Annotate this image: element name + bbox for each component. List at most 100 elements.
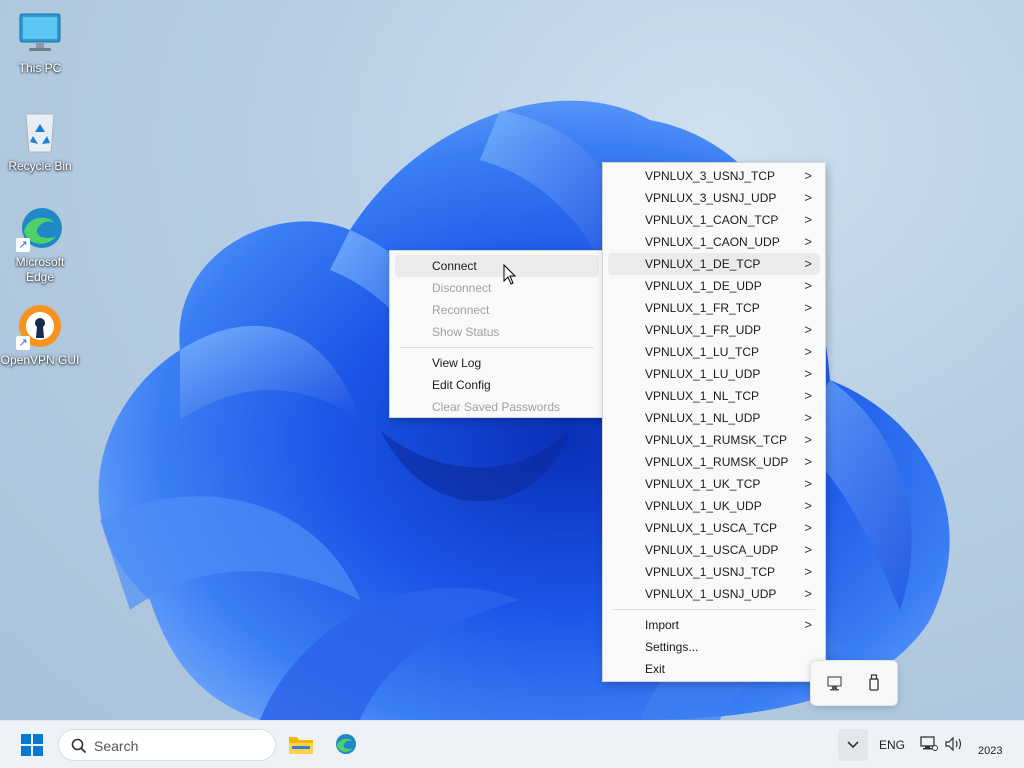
search-icon: [71, 738, 87, 754]
network-monitor-icon[interactable]: [826, 675, 844, 693]
submenu-arrow-icon: >: [804, 388, 812, 403]
submenu-arrow-icon: >: [804, 586, 812, 601]
vpn-profile-label: VPNLUX_1_DE_TCP: [645, 257, 761, 271]
edge-taskbar-icon[interactable]: [333, 732, 357, 756]
submenu-arrow-icon: >: [804, 212, 812, 227]
menu-item-show-status: Show Status: [395, 321, 599, 343]
edge-icon: ↗: [16, 204, 64, 252]
menu-item-reconnect: Reconnect: [395, 299, 599, 321]
menu-item-vpn-profile[interactable]: VPNLUX_1_USCA_UDP >: [608, 539, 820, 561]
vpn-profile-menu: VPNLUX_3_USNJ_TCP > VPNLUX_3_USNJ_UDP > VPNL…: [602, 162, 826, 682]
menu-item-vpn-profile[interactable]: VPNLUX_1_NL_TCP >: [608, 385, 820, 407]
menu-item-vpn-profile[interactable]: VPNLUX_1_LU_TCP >: [608, 341, 820, 363]
menu-item-connect[interactable]: Connect: [395, 255, 599, 277]
vpn-profile-label: VPNLUX_1_RUMSK_UDP: [645, 455, 789, 469]
menu-item-vpn-profile[interactable]: VPNLUX_1_DE_UDP >: [608, 275, 820, 297]
submenu-arrow-icon: >: [804, 300, 812, 315]
desktop-icon-label: Microsoft: [15, 255, 65, 269]
menu-item-vpn-profile[interactable]: VPNLUX_1_USNJ_TCP >: [608, 561, 820, 583]
menu-item-vpn-profile[interactable]: VPNLUX_1_FR_UDP >: [608, 319, 820, 341]
volume-icon[interactable]: [944, 736, 964, 752]
shortcut-arrow-icon: ↗: [16, 238, 30, 252]
network-icon[interactable]: [920, 736, 938, 752]
menu-item-label: Edit Config: [432, 378, 491, 392]
menu-item-label: Settings...: [645, 640, 699, 654]
submenu-arrow-icon: >: [804, 410, 812, 425]
menu-item-vpn-profile[interactable]: VPNLUX_1_LU_UDP >: [608, 363, 820, 385]
menu-item-vpn-profile[interactable]: VPNLUX_1_USNJ_UDP >: [608, 583, 820, 605]
menu-item-label: Show Status: [432, 325, 500, 339]
submenu-arrow-icon: >: [804, 520, 812, 535]
desktop-icon-openvpn-gui[interactable]: ↗ OpenVPN GUI: [0, 302, 80, 368]
submenu-arrow-icon: >: [804, 190, 812, 205]
menu-item-vpn-profile[interactable]: VPNLUX_1_CAON_TCP >: [608, 209, 820, 231]
menu-item-import[interactable]: Import >: [608, 614, 820, 636]
menu-item-vpn-profile[interactable]: VPNLUX_3_USNJ_UDP >: [608, 187, 820, 209]
menu-item-vpn-profile[interactable]: VPNLUX_1_UK_UDP >: [608, 495, 820, 517]
menu-item-vpn-profile[interactable]: VPNLUX_1_FR_TCP >: [608, 297, 820, 319]
submenu-arrow-icon: >: [804, 617, 812, 632]
vpn-profile-label: VPNLUX_1_CAON_UDP: [645, 235, 780, 249]
menu-item-label: Connect: [432, 259, 477, 273]
vpn-profile-label: VPNLUX_3_USNJ_UDP: [645, 191, 777, 205]
vpn-profile-label: VPNLUX_1_RUMSK_TCP: [645, 433, 788, 447]
tray-overflow-button[interactable]: [838, 729, 868, 761]
openvpn-icon: ↗: [16, 302, 64, 350]
vpn-profile-label: VPNLUX_1_LU_TCP: [645, 345, 760, 359]
menu-item-edit-config[interactable]: Edit Config: [395, 374, 599, 396]
windows-start-icon[interactable]: [21, 734, 43, 756]
recycle-bin-icon: [16, 108, 64, 156]
menu-separator: [613, 609, 815, 610]
menu-item-label: Disconnect: [432, 281, 492, 295]
clock-date[interactable]: 2023: [978, 745, 1002, 757]
menu-item-exit[interactable]: Exit: [608, 658, 820, 680]
desktop-icon-this-pc[interactable]: This PC: [0, 10, 80, 76]
menu-separator: [400, 347, 594, 348]
vpn-profile-label: VPNLUX_1_USCA_UDP: [645, 543, 779, 557]
menu-item-view-log[interactable]: View Log: [395, 352, 599, 374]
menu-item-label: View Log: [432, 356, 482, 370]
vpn-profile-label: VPNLUX_1_UK_TCP: [645, 477, 761, 491]
menu-item-vpn-profile[interactable]: VPNLUX_1_CAON_UDP >: [608, 231, 820, 253]
file-explorer-icon[interactable]: [288, 733, 314, 755]
desktop-icon-recycle-bin[interactable]: Recycle Bin: [0, 108, 80, 174]
submenu-arrow-icon: >: [804, 366, 812, 381]
menu-item-label: Reconnect: [432, 303, 490, 317]
taskbar-search-box[interactable]: Search: [58, 729, 276, 761]
menu-item-vpn-profile[interactable]: VPNLUX_1_RUMSK_TCP >: [608, 429, 820, 451]
vpn-profile-label: VPNLUX_1_FR_UDP: [645, 323, 762, 337]
submenu-arrow-icon: >: [804, 498, 812, 513]
vpn-profile-label: VPNLUX_1_USNJ_TCP: [645, 565, 776, 579]
desktop-icon-label: This PC: [18, 61, 62, 75]
desktop-icon-microsoft-edge[interactable]: ↗ Microsoft Edge: [0, 204, 80, 285]
menu-item-vpn-profile[interactable]: VPNLUX_1_RUMSK_UDP >: [608, 451, 820, 473]
submenu-arrow-icon: >: [804, 256, 812, 271]
usb-device-icon[interactable]: [866, 673, 882, 693]
menu-item-settings[interactable]: Settings...: [608, 636, 820, 658]
submenu-arrow-icon: >: [804, 168, 812, 183]
monitor-icon: [16, 10, 64, 58]
menu-item-vpn-profile[interactable]: VPNLUX_1_USCA_TCP >: [608, 517, 820, 539]
menu-item-vpn-profile[interactable]: VPNLUX_1_NL_UDP >: [608, 407, 820, 429]
submenu-arrow-icon: >: [804, 322, 812, 337]
menu-item-clear-saved-passwords: Clear Saved Passwords: [395, 396, 599, 418]
vpn-profile-label: VPNLUX_3_USNJ_TCP: [645, 169, 776, 183]
language-indicator[interactable]: ENG: [879, 738, 905, 752]
taskbar: Search ENG 2023: [0, 720, 1024, 768]
menu-item-label: Exit: [645, 662, 666, 676]
menu-item-vpn-profile[interactable]: VPNLUX_1_UK_TCP >: [608, 473, 820, 495]
desktop-icon-label: Edge: [25, 270, 55, 284]
vpn-profile-label: VPNLUX_1_DE_UDP: [645, 279, 762, 293]
menu-item-disconnect: Disconnect: [395, 277, 599, 299]
menu-item-vpn-profile[interactable]: VPNLUX_3_USNJ_TCP >: [608, 165, 820, 187]
submenu-arrow-icon: >: [804, 344, 812, 359]
menu-item-label: Import: [645, 618, 680, 632]
vpn-profile-label: VPNLUX_1_USCA_TCP: [645, 521, 778, 535]
vpn-profile-label: VPNLUX_1_USNJ_UDP: [645, 587, 777, 601]
chevron-up-icon: [847, 741, 859, 749]
menu-item-vpn-profile[interactable]: VPNLUX_1_DE_TCP >: [608, 253, 820, 275]
submenu-arrow-icon: >: [804, 476, 812, 491]
vpn-profile-label: VPNLUX_1_FR_TCP: [645, 301, 760, 315]
vpn-profile-label: VPNLUX_1_UK_UDP: [645, 499, 762, 513]
submenu-arrow-icon: >: [804, 234, 812, 249]
